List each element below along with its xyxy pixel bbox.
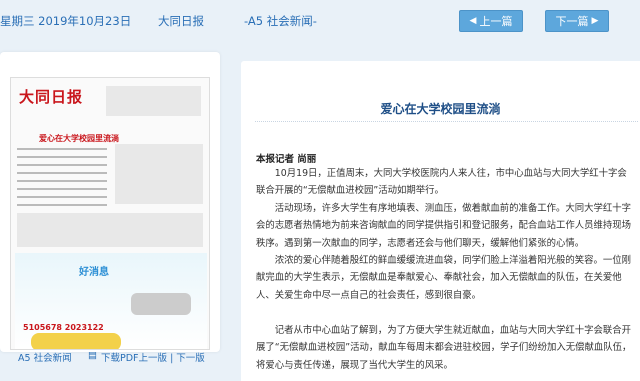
arrow-right-icon: ▶ xyxy=(591,16,599,26)
thumbnail-text-line xyxy=(17,164,107,166)
prev-page-link[interactable]: 上一版 xyxy=(139,353,168,364)
page-thumbnail-card: 大同日报 爱心在大学校园里流淌 好消息 5105678 2023122 xyxy=(0,52,220,352)
page-label[interactable]: A5 社会新闻 xyxy=(18,350,72,364)
top-bar: 星期三 2019年10月23日 大同日报 -A5 社会新闻- ◀ 上一篇 下一篇… xyxy=(0,0,640,44)
thumbnail-block xyxy=(17,213,203,247)
thumbnail-headline[interactable]: 爱心在大学校园里流淌 xyxy=(39,133,119,144)
thumbnail-block xyxy=(106,86,201,116)
title-divider xyxy=(255,121,638,122)
thumbnail-masthead: 大同日报 xyxy=(19,88,84,106)
prev-article-button[interactable]: ◀ 上一篇 xyxy=(459,10,523,32)
thumbnail-text-line xyxy=(17,180,107,182)
thumbnail-ad-title: 好消息 xyxy=(79,267,109,278)
article-author: 本报记者 尚丽 xyxy=(256,154,317,165)
article-panel: 爱心在大学校园里流淌 本报记者 尚丽 10月19日，正值周末，大同大学校医院内人… xyxy=(241,61,640,381)
next-article-button[interactable]: 下一篇 ▶ xyxy=(545,10,609,32)
thumbnail-text-line xyxy=(17,172,107,174)
arrow-left-icon: ◀ xyxy=(469,16,477,26)
thumbnail-phone: 5105678 2023122 xyxy=(23,323,104,332)
article-paragraph: 活动现场，许多大学生有序地填表、测血压，做着献血前的准备工作。大同大学红十字会的… xyxy=(256,203,632,249)
thumbnail-text-line xyxy=(17,148,107,150)
next-article-label: 下一篇 xyxy=(555,15,589,28)
page-thumbnail[interactable]: 大同日报 爱心在大学校园里流淌 好消息 5105678 2023122 xyxy=(10,77,210,350)
prev-article-label: 上一篇 xyxy=(479,15,513,28)
thumbnail-text-line xyxy=(17,188,107,190)
issue-date: 星期三 2019年10月23日 xyxy=(0,14,132,28)
thumbnail-block xyxy=(115,144,203,204)
paper-name[interactable]: 大同日报 xyxy=(158,13,204,29)
flower-image xyxy=(31,333,121,349)
pdf-download-link[interactable]: 下载PDF xyxy=(101,353,139,364)
article-title: 爱心在大学校园里流淌 xyxy=(380,102,501,116)
thumbnail-text-line xyxy=(17,156,107,158)
article-paragraph: 记者从市中心血站了解到，为了方便大学生就近献血，血站与大同大学红十字会联合开展了… xyxy=(256,325,632,371)
next-page-link[interactable]: 下一版 xyxy=(176,353,205,364)
thumbnail-text-line xyxy=(17,204,107,206)
pdf-links: 下载PDF上一版 | 下一版 xyxy=(101,350,205,364)
thumbnail-text-line xyxy=(17,196,107,198)
page-panel: 大同日报 爱心在大学校园里流淌 好消息 5105678 2023122 A5 社… xyxy=(0,44,226,381)
link-separator: | xyxy=(170,353,174,364)
article-paragraph: 10月19日，正值周末，大同大学校医院内人来人往，市中心血站与大同大学红十字会联… xyxy=(256,168,627,197)
article-paragraph: 浓浓的爱心伴随着殷红的鲜血缓缓流进血袋，同学们脸上洋溢着阳光般的笑容。一位刚献完… xyxy=(256,255,632,301)
pdf-icon[interactable]: ▤ xyxy=(88,350,97,361)
section-name[interactable]: -A5 社会新闻- xyxy=(244,13,317,29)
car-image xyxy=(131,293,191,315)
